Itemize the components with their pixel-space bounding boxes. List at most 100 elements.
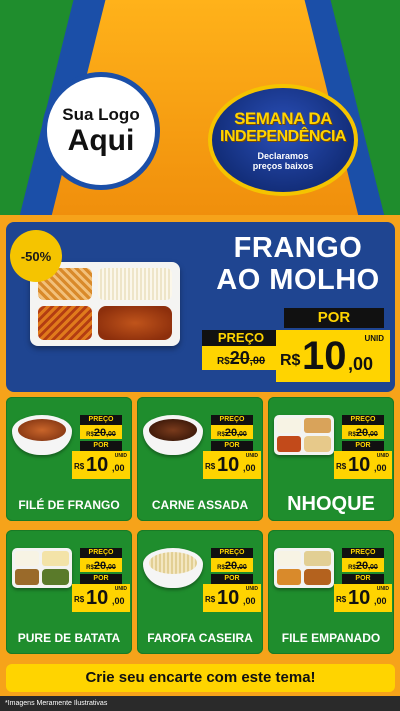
- old-price-dec: ,00: [368, 431, 378, 438]
- header-banner: Sua Logo Aqui SEMANA DA INDEPENDÊNCIA De…: [0, 0, 400, 215]
- logo-placeholder[interactable]: Sua Logo Aqui: [42, 72, 160, 190]
- old-price-currency: R$: [217, 565, 225, 571]
- old-price: R$20,00: [211, 425, 253, 439]
- old-price-currency: R$: [86, 565, 94, 571]
- featured-title-line2: AO MOLHO: [216, 264, 380, 296]
- food-tray-image: [274, 548, 334, 588]
- product-card[interactable]: PREÇO R$20,00 POR UNID R$ 10,00 FILÉ DE FR…: [6, 397, 132, 521]
- campaign-seal: SEMANA DA INDEPENDÊNCIA Declaramos preço…: [208, 84, 358, 196]
- new-price-int: 10: [348, 587, 371, 609]
- old-price-dec: ,00: [368, 564, 378, 571]
- new-price-int: 10: [86, 587, 109, 609]
- unit-label: UNID: [114, 586, 127, 592]
- new-price-int: 10: [86, 454, 109, 476]
- product-name: PURE DE BATATA: [17, 631, 121, 645]
- new-price-dec: ,00: [243, 596, 256, 606]
- old-price-label: PREÇO: [80, 415, 122, 425]
- new-price-label: POR: [342, 441, 384, 451]
- new-price-dec: ,00: [112, 596, 125, 606]
- old-price-currency: R$: [217, 432, 225, 438]
- unit-label: UNID: [245, 453, 258, 459]
- product-name: NHOQUE: [287, 493, 375, 515]
- old-price: R$20,00: [342, 558, 384, 572]
- seal-subtitle-line1: Declaramos: [257, 150, 309, 161]
- food-tray-image: [274, 415, 334, 455]
- product-card[interactable]: PREÇO R$20,00 POR UNID R$ 10,00 NHOQUE: [268, 397, 394, 521]
- new-price-currency: R$: [205, 595, 216, 604]
- old-price-int: 20: [355, 560, 369, 572]
- price-tag: PREÇO R$20,00 POR UNID R$ 10,00: [72, 544, 130, 616]
- old-price-int: 20: [355, 427, 369, 439]
- old-price-int: 20: [93, 427, 107, 439]
- product-name: FAROFA CASEIRA: [147, 631, 253, 645]
- cta-banner[interactable]: Crie seu encarte com este tema!: [6, 664, 395, 692]
- seal-subtitle-line2: preços baixos: [252, 160, 314, 171]
- old-price-label: PREÇO: [202, 330, 280, 346]
- unit-label: UNID: [376, 453, 389, 459]
- old-price-dec: ,00: [249, 355, 266, 367]
- new-price-dec: ,00: [374, 463, 387, 473]
- old-price-label: PREÇO: [342, 415, 384, 425]
- new-price-dec: ,00: [243, 463, 256, 473]
- new-price-dec: ,00: [374, 596, 387, 606]
- product-card[interactable]: PREÇO R$20,00 POR UNID R$ 10,00 PURE DE BA…: [6, 530, 132, 654]
- old-price-label: PREÇO: [342, 548, 384, 558]
- discount-badge: -50%: [10, 230, 62, 282]
- featured-product[interactable]: -50% FRANGO AO MOLHO PREÇO R$20,00 POR U…: [6, 222, 395, 392]
- unit-label: UNID: [364, 334, 384, 343]
- old-price-dec: ,00: [106, 564, 116, 571]
- old-price: R$20,00: [202, 346, 280, 370]
- old-price-dec: ,00: [106, 431, 116, 438]
- old-price-label: PREÇO: [80, 548, 122, 558]
- old-price: R$20,00: [80, 425, 122, 439]
- product-card[interactable]: PREÇO R$20,00 POR UNID R$ 10,00 FILE EMPAN…: [268, 530, 394, 654]
- product-name: CARNE ASSADA: [151, 498, 249, 512]
- food-bowl-image: [143, 415, 203, 455]
- new-price-label: POR: [342, 574, 384, 584]
- old-price-currency: R$: [348, 565, 356, 571]
- new-price-label: POR: [284, 308, 384, 328]
- new-price-currency: R$: [74, 462, 85, 471]
- price-tag: PREÇO R$20,00 POR UNID R$ 10,00: [203, 544, 261, 616]
- product-card[interactable]: PREÇO R$20,00 POR UNID R$ 10,00 CARNE ASSA…: [137, 397, 263, 521]
- food-bowl-image: [12, 415, 72, 455]
- old-price-currency: R$: [86, 432, 94, 438]
- new-price: UNID R$ 10,00: [334, 584, 392, 612]
- unit-label: UNID: [114, 453, 127, 459]
- new-price: UNID R$ 10,00: [203, 451, 261, 479]
- new-price-currency: R$: [336, 462, 347, 471]
- new-price: UNID R$ 10,00: [72, 584, 130, 612]
- new-price-label: POR: [80, 574, 122, 584]
- unit-label: UNID: [376, 586, 389, 592]
- featured-price-tag: PREÇO R$20,00 POR UNID R$ 10 ,00: [202, 308, 392, 386]
- unit-label: UNID: [245, 586, 258, 592]
- old-price: R$20,00: [80, 558, 122, 572]
- old-price-int: 20: [224, 560, 238, 572]
- new-price-label: POR: [211, 574, 253, 584]
- new-price: UNID R$ 10 ,00: [276, 330, 390, 382]
- new-price-int: 10: [217, 454, 240, 476]
- new-price-currency: R$: [74, 595, 85, 604]
- logo-line1: Sua Logo: [62, 105, 140, 124]
- product-name: FILE EMPANADO: [281, 631, 381, 645]
- old-price-currency: R$: [348, 432, 356, 438]
- old-price-int: 20: [229, 348, 250, 368]
- new-price-label: POR: [80, 441, 122, 451]
- new-price-dec: ,00: [112, 463, 125, 473]
- price-tag: PREÇO R$20,00 POR UNID R$ 10,00: [203, 411, 261, 483]
- product-card[interactable]: PREÇO R$20,00 POR UNID R$ 10,00 FAROFA CAS…: [137, 530, 263, 654]
- new-price-label: POR: [211, 441, 253, 451]
- new-price: UNID R$ 10,00: [334, 451, 392, 479]
- featured-title: FRANGO AO MOLHO: [202, 232, 394, 296]
- old-price-int: 20: [224, 427, 238, 439]
- new-price-currency: R$: [205, 462, 216, 471]
- old-price-dec: ,00: [237, 431, 247, 438]
- old-price-dec: ,00: [237, 564, 247, 571]
- new-price-int: 10: [217, 587, 240, 609]
- featured-title-line1: FRANGO: [233, 232, 363, 264]
- new-price-int: 10: [348, 454, 371, 476]
- new-price-int: 10: [302, 334, 347, 378]
- old-price: R$20,00: [342, 425, 384, 439]
- product-name: FILÉ DE FRANGO: [18, 498, 120, 512]
- new-price: UNID R$ 10,00: [203, 584, 261, 612]
